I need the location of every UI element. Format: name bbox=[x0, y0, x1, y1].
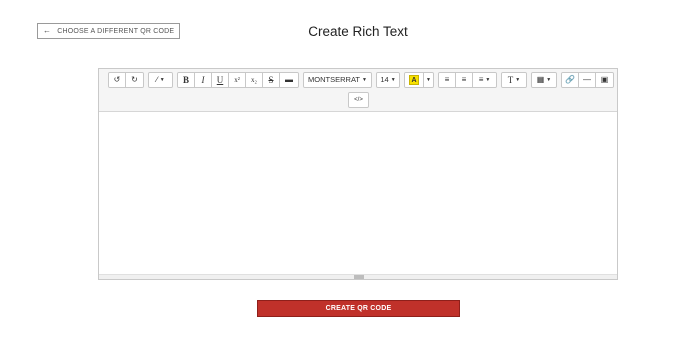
image-icon: ▣ bbox=[600, 75, 609, 84]
eraser-icon: ▬ bbox=[285, 75, 293, 84]
redo-icon: ↻ bbox=[131, 75, 138, 84]
font-size-value: 14 bbox=[380, 75, 389, 85]
highlight-color-button[interactable]: A bbox=[405, 73, 424, 87]
horizontal-rule-button[interactable]: — bbox=[579, 73, 596, 87]
paragraph-group: ≡ ≡ ≡ ▼ bbox=[438, 72, 497, 88]
subscript-button[interactable]: x₂ bbox=[246, 73, 263, 87]
unordered-list-button[interactable]: ≡ bbox=[456, 73, 473, 87]
text-style-dropdown[interactable]: T ▼ bbox=[502, 73, 526, 87]
strikethrough-button[interactable]: S bbox=[263, 73, 280, 87]
insert-link-button[interactable]: 🔗 bbox=[562, 73, 579, 87]
code-icon: </> bbox=[354, 97, 363, 103]
font-size-group: 14 ▼ bbox=[376, 72, 400, 88]
style-group: ∕ ▼ bbox=[148, 72, 173, 88]
formatting-group: B I U x² x₂ S ▬ bbox=[177, 72, 299, 88]
table-group: ▦ ▼ bbox=[531, 72, 557, 88]
ordered-list-button[interactable]: ≡ bbox=[439, 73, 456, 87]
clear-format-button[interactable]: ▬ bbox=[280, 73, 298, 87]
align-left-icon: ≡ bbox=[478, 75, 484, 84]
undo-icon: ↺ bbox=[113, 75, 121, 84]
chevron-down-icon: ▼ bbox=[426, 76, 431, 83]
undo-button[interactable]: ↺ bbox=[109, 73, 126, 87]
color-group: A ▼ bbox=[404, 72, 434, 88]
table-icon: ▦ bbox=[536, 75, 545, 84]
history-group: ↺ ↻ bbox=[108, 72, 144, 88]
magic-wand-icon: ∕ bbox=[156, 75, 158, 84]
view-group: </> bbox=[348, 92, 369, 108]
text-style-icon: T bbox=[507, 74, 514, 85]
font-size-dropdown[interactable]: 14 ▼ bbox=[377, 73, 399, 87]
bold-button[interactable]: B bbox=[178, 73, 195, 87]
link-icon: 🔗 bbox=[565, 75, 575, 84]
redo-button[interactable]: ↻ bbox=[126, 73, 143, 87]
unordered-list-icon: ≡ bbox=[461, 75, 467, 84]
table-dropdown[interactable]: ▦ ▼ bbox=[532, 73, 556, 87]
italic-button[interactable]: I bbox=[195, 73, 212, 87]
editor-toolbar: ↺ ↻ ∕ ▼ B I U x² x₂ S ▬ MONTSERRAT ▼ 14 … bbox=[99, 69, 617, 112]
magic-style-button[interactable]: ∕ ▼ bbox=[149, 73, 172, 87]
font-name-dropdown[interactable]: MONTSERRAT ▼ bbox=[304, 73, 371, 87]
text-style-group: T ▼ bbox=[501, 72, 527, 88]
rich-text-editor: ↺ ↻ ∕ ▼ B I U x² x₂ S ▬ MONTSERRAT ▼ 14 … bbox=[98, 68, 618, 280]
code-view-button[interactable]: </> bbox=[349, 93, 368, 107]
editor-content-area[interactable] bbox=[99, 112, 617, 276]
page-title: Create Rich Text bbox=[308, 24, 408, 39]
align-dropdown[interactable]: ≡ ▼ bbox=[473, 73, 496, 87]
font-name-group: MONTSERRAT ▼ bbox=[303, 72, 372, 88]
horizontal-rule-icon: — bbox=[583, 75, 591, 84]
create-qr-code-button[interactable]: CREATE QR CODE bbox=[257, 300, 460, 317]
font-name-value: MONTSERRAT bbox=[308, 75, 360, 85]
resize-handle[interactable] bbox=[354, 275, 364, 279]
superscript-button[interactable]: x² bbox=[229, 73, 246, 87]
insert-group: 🔗 — ▣ bbox=[561, 72, 614, 88]
underline-button[interactable]: U bbox=[212, 73, 229, 87]
editor-status-bar bbox=[99, 274, 617, 279]
insert-image-button[interactable]: ▣ bbox=[596, 73, 613, 87]
color-picker-dropdown[interactable]: ▼ bbox=[424, 73, 433, 87]
highlight-color-icon: A bbox=[409, 75, 419, 85]
ordered-list-icon: ≡ bbox=[444, 75, 450, 84]
